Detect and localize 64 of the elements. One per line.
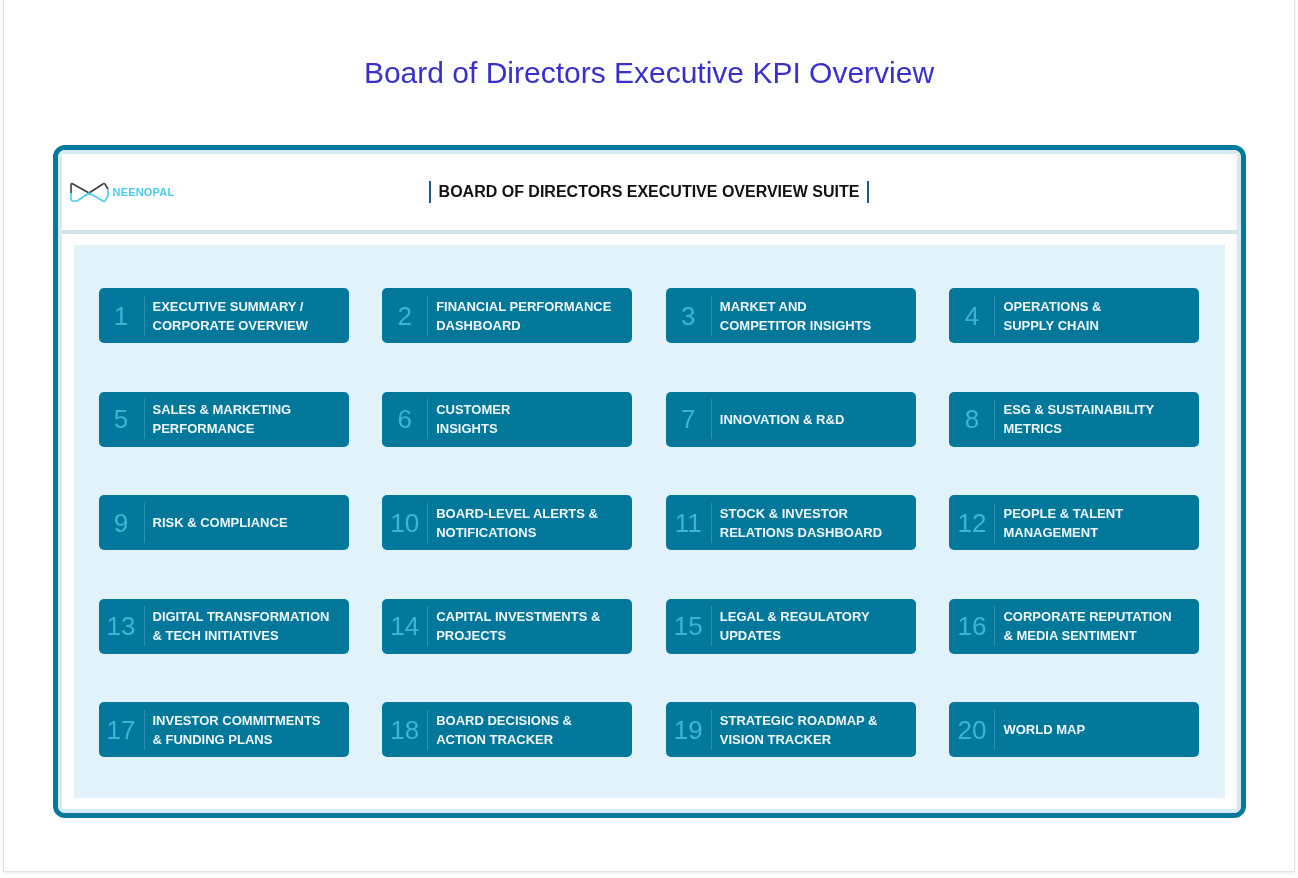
tile-label: CUSTOMER INSIGHTS — [435, 401, 512, 438]
dashboard-tile[interactable]: 11 STOCK & INVESTOR RELATIONS DASHBOARD — [665, 495, 916, 550]
tile-number: 8 — [963, 404, 981, 434]
dashboard-tile[interactable]: 3 MARKET AND COMPETITOR INSIGHTS — [665, 288, 916, 343]
tile-number: 18 — [389, 714, 421, 745]
dashboard-tile[interactable]: 5 SALES & MARKETING PERFORMANCE — [98, 391, 349, 447]
dashboard-tile[interactable]: 13 DIGITAL TRANSFORMATION & TECH INITIATIVES — [98, 598, 349, 654]
tile-number: 12 — [956, 507, 988, 538]
tile-number: 5 — [112, 404, 130, 434]
dashboard-tile[interactable]: 17 INVESTOR COMMITMENTS & FUNDING PLANS — [98, 702, 349, 757]
tile-number: 4 — [963, 300, 981, 331]
tile-number: 10 — [389, 507, 421, 538]
tile-label: OPERATIONS & SUPPLY CHAIN — [1002, 297, 1103, 335]
tile-label: STOCK & INVESTOR RELATIONS DASHBOARD — [718, 504, 884, 542]
tile-label: BOARD DECISIONS & ACTION TRACKER — [435, 711, 573, 749]
dashboard-tile[interactable]: 4 OPERATIONS & SUPPLY CHAIN — [949, 288, 1200, 343]
tile-label: CAPITAL INVESTMENTS & PROJECTS — [435, 608, 602, 645]
tile-number: 11 — [673, 507, 703, 538]
tile-label: INNOVATION & R&D — [718, 410, 846, 429]
dashboard-tile[interactable]: 6 CUSTOMER INSIGHTS — [382, 391, 633, 447]
tile-label: BOARD-LEVEL ALERTS & NOTIFICATIONS — [435, 504, 599, 542]
logo-text: NEENOPAL — [112, 184, 175, 200]
tile-label: LEGAL & REGULATORY UPDATES — [718, 608, 871, 645]
dashboard-tile[interactable]: 9 RISK & COMPLIANCE — [98, 495, 349, 550]
tile-label: SALES & MARKETING PERFORMANCE — [151, 401, 293, 438]
dashboard-tile[interactable]: 19 STRATEGIC ROADMAP & VISION TRACKER — [665, 702, 916, 757]
tile-label: MARKET AND COMPETITOR INSIGHTS — [718, 297, 873, 335]
tile-label: WORLD MAP — [1002, 721, 1087, 739]
tile-label: INVESTOR COMMITMENTS & FUNDING PLANS — [151, 711, 322, 749]
tile-number: 1 — [112, 300, 130, 331]
tile-label: FINANCIAL PERFORMANCE DASHBOARD — [435, 297, 613, 335]
tile-number: 17 — [105, 714, 137, 745]
page-title: Board of Directors Executive KPI Overview — [363, 55, 935, 91]
dashboard-tile[interactable]: 12 PEOPLE & TALENT MANAGEMENT — [949, 495, 1200, 550]
dashboard-tile[interactable]: 8 ESG & SUSTAINABILITY METRICS — [949, 391, 1200, 447]
dashboard-tile[interactable]: 16 CORPORATE REPUTATION & MEDIA SENTIMENT — [949, 598, 1200, 654]
tile-label: CORPORATE REPUTATION & MEDIA SENTIMENT — [1002, 608, 1173, 645]
tile-number: 20 — [956, 714, 988, 745]
tile-number: 19 — [672, 714, 704, 745]
tile-number: 15 — [672, 611, 704, 641]
dashboard-tile[interactable]: 18 BOARD DECISIONS & ACTION TRACKER — [382, 702, 633, 757]
dashboard-tile[interactable]: 14 CAPITAL INVESTMENTS & PROJECTS — [382, 598, 633, 654]
tile-number: 6 — [396, 404, 413, 434]
tile-label: PEOPLE & TALENT MANAGEMENT — [1002, 504, 1125, 542]
dashboard-tile[interactable]: 15 LEGAL & REGULATORY UPDATES — [665, 598, 916, 654]
tile-number: 9 — [112, 507, 130, 538]
tile-number: 2 — [396, 300, 413, 331]
dashboard-tile[interactable]: 7 INNOVATION & R&D — [665, 391, 916, 447]
dashboard-tile[interactable]: 10 BOARD-LEVEL ALERTS & NOTIFICATIONS — [382, 495, 633, 550]
tile-number: 7 — [680, 404, 697, 434]
dashboard-title: BOARD OF DIRECTORS EXECUTIVE OVERVIEW SUITE — [428, 181, 870, 203]
tile-label: RISK & COMPLIANCE — [151, 514, 289, 532]
tile-number: 13 — [105, 611, 137, 641]
tile-label: ESG & SUSTAINABILITY METRICS — [1002, 401, 1156, 438]
tile-number: 16 — [956, 611, 988, 641]
tile-label: DIGITAL TRANSFORMATION & TECH INITIATIVES — [151, 608, 331, 645]
dashboard-tile[interactable]: 1 EXECUTIVE SUMMARY / CORPORATE OVERVIEW — [98, 288, 349, 343]
dashboard-tile[interactable]: 20 WORLD MAP — [949, 702, 1200, 757]
tile-number: 3 — [680, 300, 697, 331]
dashboard-tile[interactable]: 2 FINANCIAL PERFORMANCE DASHBOARD — [382, 288, 633, 343]
tile-number: 14 — [389, 611, 421, 641]
tile-label: EXECUTIVE SUMMARY / CORPORATE OVERVIEW — [151, 297, 310, 335]
tile-label: STRATEGIC ROADMAP & VISION TRACKER — [718, 711, 879, 749]
logo-icon — [68, 181, 109, 203]
